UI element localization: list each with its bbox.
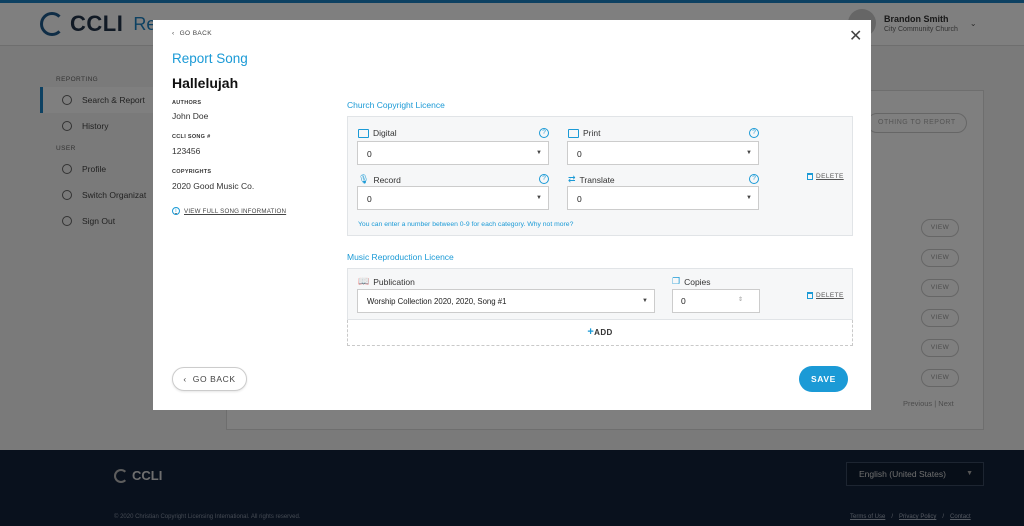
publication-select[interactable]: Worship Collection 2020, 2020, Song #1 ▼ — [357, 289, 655, 313]
go-back-button[interactable]: ‹ GO BACK — [172, 367, 247, 391]
publication-label-text: Publication — [373, 276, 415, 287]
authors-value: John Doe — [172, 111, 209, 121]
ccl-fields-panel: Digital ? 0 ▼ Print ? 0 ▼ 🎙 Record ? 0 ▼… — [347, 116, 853, 236]
delete-label: DELETE — [816, 292, 844, 299]
digital-select[interactable]: 0 ▼ — [357, 141, 549, 165]
go-back-button-label: GO BACK — [192, 374, 236, 384]
publication-label: 📖 Publication — [358, 276, 415, 287]
caret-down-icon: ▼ — [536, 150, 542, 156]
authors-label: AUTHORS — [172, 100, 202, 106]
copies-label-text: Copies — [684, 276, 711, 287]
caret-down-icon: ▼ — [642, 298, 648, 304]
stepper-icon[interactable]: ⇕ — [738, 296, 743, 303]
copies-label: ❐ Copies — [672, 276, 711, 287]
modal-title: Report Song — [172, 51, 248, 66]
help-icon[interactable]: ? — [749, 128, 759, 138]
digital-value: 0 — [367, 149, 372, 159]
caret-down-icon: ▼ — [536, 195, 542, 201]
trash-icon — [807, 173, 813, 180]
monitor-icon — [358, 128, 369, 138]
help-icon[interactable]: ? — [539, 128, 549, 138]
print-label: Print — [568, 128, 600, 138]
swap-arrows-icon: ⇄ — [568, 174, 576, 184]
song-number-label: CCLI SONG # — [172, 134, 211, 140]
publication-value: Worship Collection 2020, 2020, Song #1 — [367, 297, 507, 306]
copyrights-value: 2020 Good Music Co. — [172, 181, 255, 191]
ccl-note: You can enter a number between 0-9 for e… — [358, 221, 574, 228]
close-icon[interactable]: ✕ — [849, 26, 862, 46]
record-value: 0 — [367, 194, 372, 204]
delete-label: DELETE — [816, 173, 844, 180]
help-icon[interactable]: ? — [539, 174, 549, 184]
view-full-song-info-label: VIEW FULL SONG INFORMATION — [184, 207, 287, 215]
digital-label: Digital — [358, 128, 397, 138]
chevron-left-icon: ‹ — [172, 30, 175, 37]
caret-down-icon: ▼ — [746, 150, 752, 156]
print-select[interactable]: 0 ▼ — [567, 141, 759, 165]
song-number-value: 123456 — [172, 146, 201, 156]
help-icon[interactable]: ? — [749, 174, 759, 184]
info-icon: i — [172, 207, 180, 215]
record-label-text: Record — [373, 174, 401, 185]
chevron-left-icon: ‹ — [183, 374, 187, 384]
copyrights-label: COPYRIGHTS — [172, 169, 212, 175]
print-label-text: Print — [583, 128, 601, 138]
caret-down-icon: ▼ — [746, 195, 752, 201]
translate-label: ⇄ Translate — [568, 174, 615, 185]
trash-icon — [807, 292, 813, 299]
copies-value: 0 — [681, 296, 686, 306]
save-button[interactable]: SAVE — [799, 366, 848, 392]
add-publication-button[interactable]: +ADD — [347, 320, 853, 346]
ccl-section-title: Church Copyright Licence — [347, 100, 445, 110]
mrl-section-title: Music Reproduction Licence — [347, 252, 454, 262]
digital-label-text: Digital — [373, 128, 397, 138]
translate-label-text: Translate — [579, 174, 615, 185]
copies-icon: ❐ — [672, 276, 681, 286]
view-full-song-info-link[interactable]: i VIEW FULL SONG INFORMATION — [172, 207, 286, 215]
report-song-modal: ✕ ‹ GO BACK Report Song Hallelujah AUTHO… — [153, 20, 871, 410]
record-select[interactable]: 0 ▼ — [357, 186, 549, 210]
microphone-icon: 🎙 — [358, 174, 370, 184]
book-icon: 📖 — [358, 276, 370, 286]
mrl-fields-panel: 📖 Publication Worship Collection 2020, 2… — [347, 268, 853, 320]
print-value: 0 — [577, 149, 582, 159]
add-label: ADD — [594, 328, 613, 337]
song-title: Hallelujah — [172, 75, 239, 91]
go-back-link-label: GO BACK — [179, 30, 212, 37]
translate-value: 0 — [577, 194, 582, 204]
translate-select[interactable]: 0 ▼ — [567, 186, 759, 210]
ccl-delete-button[interactable]: DELETE — [807, 173, 844, 180]
printer-icon — [568, 128, 579, 138]
mrl-delete-button[interactable]: DELETE — [807, 292, 844, 299]
record-label: 🎙 Record — [358, 174, 401, 185]
copies-input[interactable]: 0 ⇕ — [672, 289, 760, 313]
go-back-link[interactable]: ‹ GO BACK — [172, 30, 212, 37]
